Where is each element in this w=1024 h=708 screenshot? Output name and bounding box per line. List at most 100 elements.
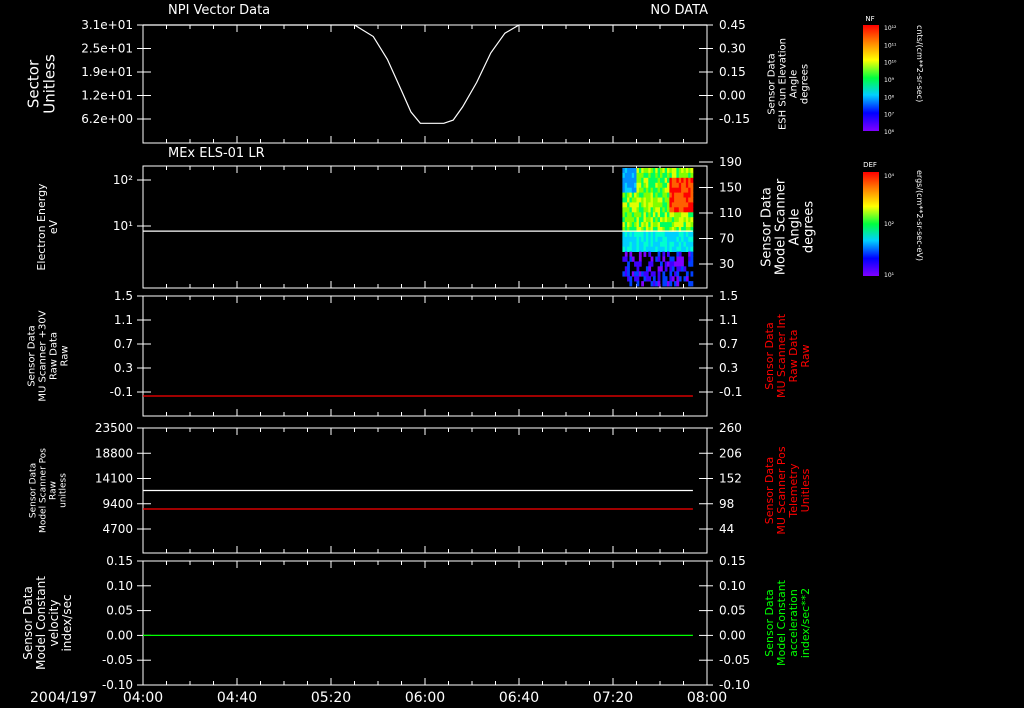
spectrogram-cell xyxy=(636,271,640,277)
spectrogram-cell xyxy=(622,197,626,203)
time-tick-label: 04:00 xyxy=(123,690,163,706)
time-tick-label: 06:40 xyxy=(499,690,539,706)
spectrogram-cell xyxy=(669,222,673,228)
spectrogram-cell xyxy=(657,187,661,193)
spectrogram-cell xyxy=(645,276,649,282)
spectrogram-cell xyxy=(660,261,663,267)
spectrogram-cell xyxy=(671,266,675,272)
spectrogram-cell xyxy=(636,172,640,179)
spectrogram-cell xyxy=(652,212,656,218)
spectrogram-cell xyxy=(629,197,633,203)
figure: NPI Vector Data NO DATA MEx ELS-01 LR 3.… xyxy=(0,0,1024,708)
left-axis-title-line-0: Sensor Data xyxy=(21,586,35,660)
spectrogram-cell xyxy=(622,187,626,193)
spectrogram-cell xyxy=(643,217,647,223)
spectrogram-cell xyxy=(676,276,680,282)
spectrogram-cell xyxy=(634,187,637,193)
panel-title-els: MEx ELS-01 LR xyxy=(168,146,265,161)
spectrogram-cell xyxy=(634,197,637,203)
spectrogram-cell xyxy=(660,241,663,248)
spectrogram-cell xyxy=(657,281,661,287)
spectrogram-cell xyxy=(683,192,687,198)
spectrogram-cell xyxy=(622,231,626,238)
spectrogram-cell xyxy=(643,177,647,184)
right-tick-label: 0.10 xyxy=(719,579,746,593)
spectrogram-cell xyxy=(669,187,673,193)
colorbar-nf-tick: 10⁶ xyxy=(884,129,895,136)
spectrogram-cell xyxy=(629,231,633,238)
spectrogram-cell xyxy=(667,222,670,228)
left-tick-label: 0.7 xyxy=(114,337,133,351)
spectrogram-cell xyxy=(622,207,626,213)
right-tick-label: 0.3 xyxy=(719,361,738,375)
colorbar-def-tick: 10⁴ xyxy=(884,173,895,180)
spectrogram-cell xyxy=(667,231,670,238)
left-axis-title-line-1: Model Constant xyxy=(34,576,48,670)
left-tick-label: -0.1 xyxy=(110,385,133,399)
right-tick-label: -0.1 xyxy=(719,385,742,399)
spectrogram-cell xyxy=(667,246,670,252)
colorbar-nf-label: NF xyxy=(865,15,874,23)
spectrogram-cell xyxy=(669,202,673,208)
spectrogram-cell xyxy=(645,271,649,277)
spectrogram-cell xyxy=(681,212,684,218)
left-axis-title-line-1: Model Scanner Pos xyxy=(39,448,49,533)
spectrogram-cell xyxy=(667,192,670,198)
spectrogram-cell xyxy=(664,266,668,272)
spectrogram-cell xyxy=(648,266,652,272)
colorbar-def-units: ergs/(cm**2-sr-sec-eV) xyxy=(915,170,924,261)
spectrogram-cell xyxy=(657,202,661,208)
spectrogram-cell xyxy=(660,246,663,252)
spectrogram-cell xyxy=(652,241,656,248)
spectrogram-cell xyxy=(634,217,637,223)
spectrogram-cell xyxy=(629,217,633,223)
spectrogram-cell xyxy=(622,212,626,218)
right-tick-label: 98 xyxy=(719,497,734,511)
spectrogram-cell xyxy=(645,182,649,189)
spectrogram-cell xyxy=(660,212,663,218)
right-tick-label: 110 xyxy=(719,206,742,220)
spectrogram-cell xyxy=(662,251,666,257)
spectrogram-cell xyxy=(667,251,670,257)
spectrogram-cell xyxy=(676,192,680,198)
right-axis-title-line-3: index/sec**2 xyxy=(799,588,812,658)
spectrogram-cell xyxy=(667,177,670,184)
spectrogram-cell xyxy=(636,182,640,189)
spectrogram-cell xyxy=(634,276,637,282)
right-tick-label: 152 xyxy=(719,472,742,486)
spectrogram-cell xyxy=(657,271,661,277)
spectrogram-cell xyxy=(645,266,649,272)
right-axis-title-line-3: degrees xyxy=(800,64,811,104)
right-tick-label: -0.15 xyxy=(719,112,750,126)
spectrogram-cell xyxy=(648,251,652,257)
spectrogram-cell xyxy=(657,212,661,218)
spectrogram-cell xyxy=(636,276,640,282)
spectrogram-cell xyxy=(652,231,656,238)
left-axis-title-line-2: velocity xyxy=(47,600,61,647)
left-axis-title-line-0: Sensor Data xyxy=(27,325,38,386)
spectrogram-cell xyxy=(669,172,673,179)
spectrogram-cell xyxy=(643,192,647,198)
left-tick-label: 1.1 xyxy=(114,313,133,327)
spectrogram-cell xyxy=(636,197,640,203)
right-axis-title-line-2: Angle xyxy=(788,209,803,246)
spectrogram-cell xyxy=(645,241,649,248)
spectrogram-cell xyxy=(627,271,630,277)
spectrogram-cell xyxy=(683,212,687,218)
spectrogram-cell xyxy=(678,251,682,257)
spectrogram-cell xyxy=(652,168,656,174)
spectrogram-cell xyxy=(650,261,654,267)
spectrogram-cell xyxy=(652,276,656,282)
spectrogram-cell xyxy=(629,187,633,193)
spectrogram-cell xyxy=(669,256,673,262)
spectrogram-cell xyxy=(634,192,637,198)
right-tick-label: 150 xyxy=(719,181,742,195)
colorbar-def xyxy=(863,172,879,276)
spectrogram-cell xyxy=(645,246,649,252)
spectrogram-cell xyxy=(636,168,640,174)
spectrogram-cell xyxy=(690,241,694,248)
spectrogram-cell xyxy=(683,182,687,189)
spectrogram-cell xyxy=(690,217,694,223)
spectrogram-cell xyxy=(683,276,687,282)
spectrogram-cell xyxy=(681,168,684,174)
